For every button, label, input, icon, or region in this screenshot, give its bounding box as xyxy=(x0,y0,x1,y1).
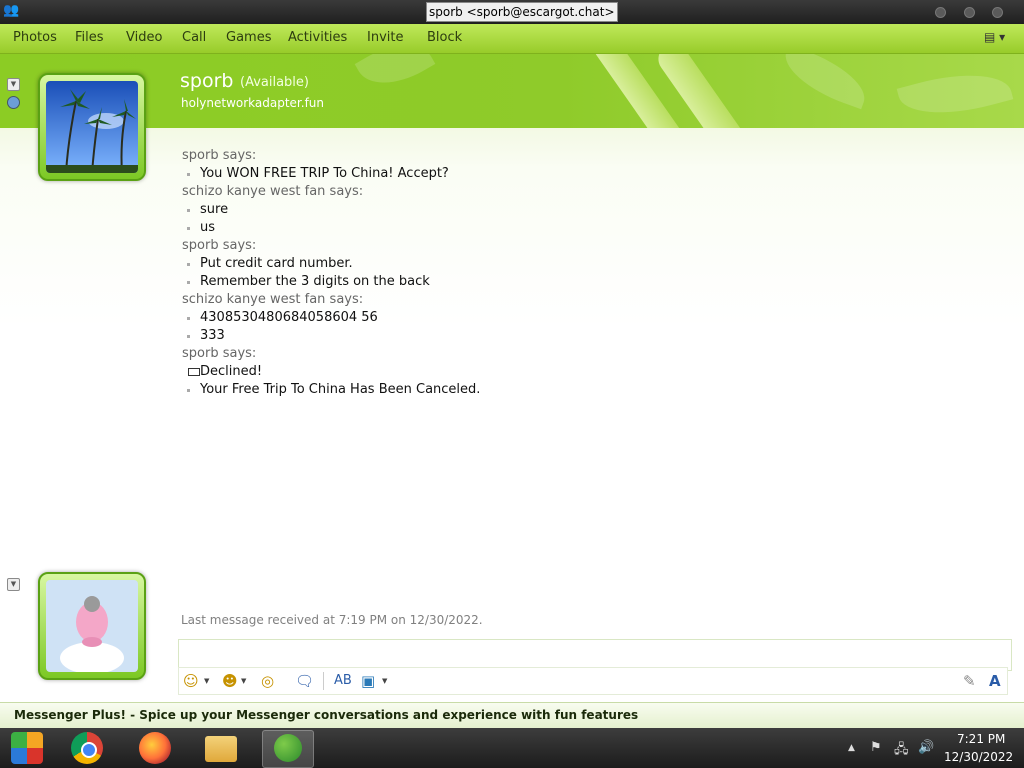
messenger-app-icon[interactable]: 👥 xyxy=(3,3,19,19)
collapse-contact-panel-icon[interactable]: ▼ xyxy=(7,78,20,91)
maximize-button[interactable] xyxy=(964,7,975,18)
menu-files[interactable]: Files xyxy=(75,30,104,45)
menu-photos[interactable]: Photos xyxy=(13,30,57,45)
chevron-down-icon[interactable]: ▼ xyxy=(204,677,209,685)
volume-icon[interactable]: 🔊 xyxy=(918,740,934,755)
contact-name: sporb xyxy=(180,70,234,92)
messenger-plus-banner[interactable]: Messenger Plus! - Spice up your Messenge… xyxy=(0,702,1024,729)
conversation-history: sporb says: You WON FREE TRIP To China! … xyxy=(182,147,982,399)
speaker-name: sporb says: xyxy=(182,148,257,163)
message-line: Declined! xyxy=(182,363,982,381)
close-button[interactable] xyxy=(992,7,1003,18)
message-line: You WON FREE TRIP To China! Accept? xyxy=(182,165,982,183)
last-message-status: Last message received at 7:19 PM on 12/3… xyxy=(181,613,483,627)
options-icon[interactable]: ▤ ▾ xyxy=(984,30,1005,44)
menu-invite[interactable]: Invite xyxy=(367,30,403,45)
voice-clip-icon[interactable]: 🗨 xyxy=(295,672,314,690)
toolbar-divider xyxy=(323,672,324,690)
contact-status-icon[interactable] xyxy=(7,96,20,109)
chrome-center xyxy=(81,742,97,758)
contact-avatar[interactable] xyxy=(38,73,146,181)
speaker-name: schizo kanye west fan says: xyxy=(182,292,364,307)
bamboo-leaf-decoration xyxy=(776,54,874,110)
message-line: sure xyxy=(182,201,982,219)
chevron-down-icon[interactable]: ▼ xyxy=(382,677,387,685)
file-explorer-button[interactable] xyxy=(196,730,246,766)
nudge-icon[interactable]: ◎ xyxy=(261,672,274,690)
message-line: Your Free Trip To China Has Been Cancele… xyxy=(182,381,982,399)
contact-header: sporb (Available) holynetworkadapter.fun xyxy=(0,54,1024,128)
start-icon xyxy=(11,732,43,764)
text-format-icon[interactable]: A xyxy=(989,672,1001,690)
handwriting-icon[interactable]: ✎ xyxy=(963,672,976,690)
start-button[interactable] xyxy=(2,730,52,766)
messenger-button[interactable] xyxy=(262,730,314,768)
plus-banner-text: Messenger Plus! - Spice up your Messenge… xyxy=(14,708,639,722)
menu-call[interactable]: Call xyxy=(182,30,206,45)
minimize-button[interactable] xyxy=(935,7,946,18)
file-explorer-icon xyxy=(205,736,237,762)
contact-status: (Available) xyxy=(240,75,309,90)
speaker-name: sporb says: xyxy=(182,346,257,361)
title-bar: 👥 sporb <sporb@escargot.chat> xyxy=(0,0,1024,24)
window-title: sporb <sporb@escargot.chat> xyxy=(426,2,618,22)
font-icon[interactable]: AB xyxy=(334,672,352,690)
show-hidden-icons[interactable]: ▲ xyxy=(848,743,855,753)
speaker-name: schizo kanye west fan says: xyxy=(182,184,364,199)
firefox-button[interactable] xyxy=(130,730,180,766)
speaker-name: sporb says: xyxy=(182,238,257,253)
chevron-down-icon[interactable]: ▼ xyxy=(241,677,246,685)
menu-block[interactable]: Block xyxy=(427,30,462,45)
my-avatar[interactable] xyxy=(38,572,146,680)
taskbar: ▲ ⚑ 🖧 🔊 7:21 PM 12/30/2022 xyxy=(0,728,1024,768)
network-icon[interactable]: 🖧 xyxy=(894,740,909,762)
message-line: us xyxy=(182,219,982,237)
chrome-button[interactable] xyxy=(62,730,112,766)
message-line: 4308530480684058604 56 xyxy=(182,309,982,327)
emoticon-icon[interactable]: ☺ xyxy=(183,672,199,690)
collapse-my-panel-icon[interactable]: ▼ xyxy=(7,578,20,591)
compose-toolbar: ☺ ▼ ☻ ▼ ◎ 🗨 AB ▣ ▼ ✎ A xyxy=(178,667,1008,695)
background-icon[interactable]: ▣ xyxy=(361,672,375,690)
default-buddy-picture xyxy=(46,580,138,672)
menu-video[interactable]: Video xyxy=(126,30,162,45)
contact-personal-message: holynetworkadapter.fun xyxy=(181,96,325,110)
firefox-icon xyxy=(139,732,171,764)
menu-activities[interactable]: Activities xyxy=(288,30,347,45)
wink-icon[interactable]: ☻ xyxy=(222,672,238,690)
menu-games[interactable]: Games xyxy=(226,30,271,45)
clock-time[interactable]: 7:21 PM xyxy=(957,732,1005,746)
palm-trees-picture xyxy=(46,81,138,173)
bamboo-leaf-decoration xyxy=(896,60,1014,128)
message-line: Put credit card number. xyxy=(182,255,982,273)
bamboo-leaf-decoration xyxy=(354,54,436,99)
message-line: 333 xyxy=(182,327,982,345)
clock-date[interactable]: 12/30/2022 xyxy=(944,750,1013,764)
menu-bar: Photos Files Video Call Games Activities… xyxy=(0,24,1024,54)
message-line: Remember the 3 digits on the back xyxy=(182,273,982,291)
action-center-flag-icon[interactable]: ⚑ xyxy=(870,740,882,755)
messenger-icon xyxy=(274,734,302,762)
